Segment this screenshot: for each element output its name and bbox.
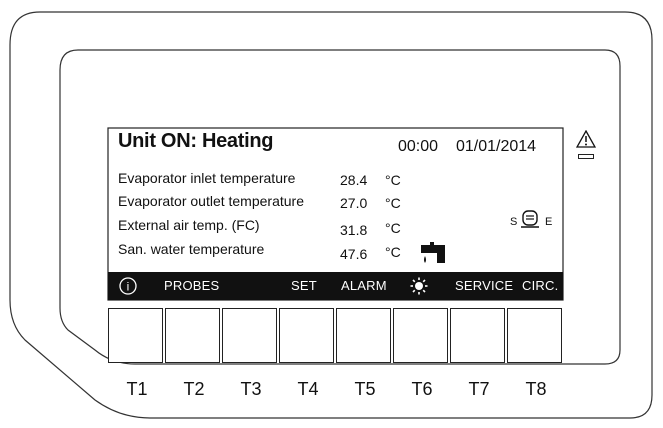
clock-time: 00:00 <box>398 138 439 155</box>
reading-unit: °C <box>385 220 401 236</box>
reading-unit: °C <box>385 244 401 260</box>
key-t4[interactable] <box>279 308 334 363</box>
hot-water-tank-icon <box>521 210 539 228</box>
reading-label: Evaporator inlet temperature <box>118 170 296 186</box>
key-t2[interactable] <box>165 308 220 363</box>
e-label: E <box>545 216 553 228</box>
clock-date: 01/01/2014 <box>456 138 537 155</box>
key-label-t2: T2 <box>183 379 205 399</box>
status-led <box>578 154 594 159</box>
key-t1[interactable] <box>108 308 163 363</box>
warning-triangle-icon <box>576 130 596 148</box>
soft-key-menu-bar: i PROBES SET ALARM SERVICE CIRC. <box>108 272 563 300</box>
key-label-t6: T6 <box>411 379 433 399</box>
reading-value: 27.0 <box>340 195 368 211</box>
key-t5[interactable] <box>336 308 391 363</box>
unit-status-title: Unit ON: Heating <box>118 130 274 152</box>
key-label-t4: T4 <box>297 379 319 399</box>
key-t3[interactable] <box>222 308 277 363</box>
reading-unit: °C <box>385 172 401 188</box>
key-label-t8: T8 <box>525 379 547 399</box>
key-t7[interactable] <box>450 308 505 363</box>
key-t6[interactable] <box>393 308 448 363</box>
key-label-t7: T7 <box>468 379 490 399</box>
reading-unit: °C <box>385 195 401 211</box>
reading-label: External air temp. (FC) <box>118 217 260 233</box>
menu-alarm[interactable]: ALARM <box>341 272 387 300</box>
menu-set[interactable]: SET <box>291 272 317 300</box>
menu-circ[interactable]: CIRC. <box>522 272 558 300</box>
key-label-t5: T5 <box>354 379 376 399</box>
reading-value: 47.6 <box>340 246 368 262</box>
reading-label: San. water temperature <box>118 241 265 257</box>
info-icon-letter: i <box>127 280 130 294</box>
reading-label: Evaporator outlet temperature <box>118 193 304 209</box>
water-tap-icon <box>421 242 445 263</box>
reading-value: 28.4 <box>340 172 368 188</box>
sun-icon[interactable] <box>410 277 428 295</box>
menu-probes[interactable]: PROBES <box>164 272 219 300</box>
key-label-t3: T3 <box>240 379 262 399</box>
menu-service[interactable]: SERVICE <box>455 272 513 300</box>
device-outline <box>9 11 653 419</box>
key-t8[interactable] <box>507 308 562 363</box>
reading-value: 31.8 <box>340 222 368 238</box>
s-label: S <box>510 216 518 228</box>
info-icon[interactable]: i <box>119 277 137 295</box>
key-label-t1: T1 <box>126 379 148 399</box>
